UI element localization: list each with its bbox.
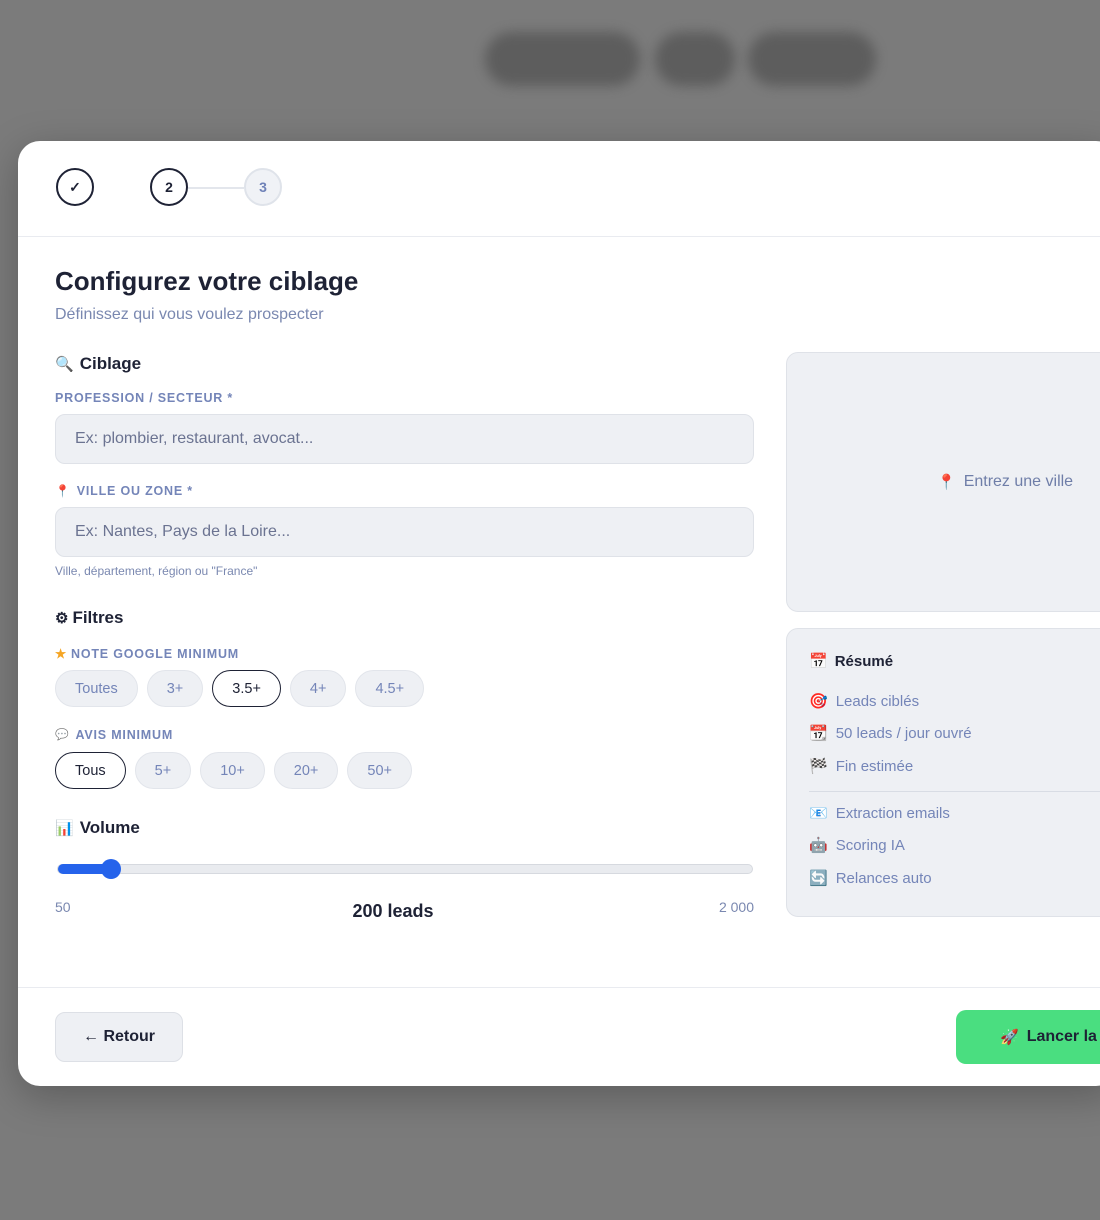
magnifier-icon: 🔍 (55, 355, 74, 373)
feature-label: Relances auto (835, 870, 932, 887)
summary-title: 📅 Résumé (809, 653, 893, 670)
summary-panel: 📅 Résumé 🎯 Leads ciblés 📆 50 leads / jou… (786, 628, 1100, 917)
avis-options: Tous 5+ 10+ 20+ 50+ (55, 752, 413, 789)
note-options: Toutes 3+ 3.5+ 4+ 4.5+ (55, 670, 425, 707)
feature-relances-auto: 🔄 Relances auto (809, 870, 932, 887)
pin-icon: 📍 (937, 473, 956, 491)
bar-chart-icon: 📊 (55, 819, 74, 837)
avis-label: 💬 AVIS MINIMUM (55, 728, 173, 742)
avis-option-10[interactable]: 10+ (200, 752, 265, 789)
gear-icon: ⚙ (55, 609, 69, 627)
avis-option-20[interactable]: 20+ (273, 752, 339, 789)
summary-item-rate: 📆 50 leads / jour ouvré (809, 725, 972, 742)
note-option-3-5[interactable]: 3.5+ (212, 670, 281, 707)
volume-max-label: 2 000 (718, 899, 754, 915)
summary-divider (809, 791, 1100, 792)
summary-title-text: Résumé (834, 653, 894, 670)
background-blurred-pill-2 (655, 32, 735, 86)
map-placeholder: 📍 Entrez une ville (937, 473, 1073, 491)
page-title: Configurez votre ciblage (55, 266, 359, 296)
note-label-text: NOTE GOOGLE MINIMUM (71, 646, 239, 661)
feature-extraction-emails: 📧 Extraction emails (809, 805, 950, 822)
summary-item-end: 🏁 Fin estimée (809, 758, 913, 775)
note-option-4-5[interactable]: 4.5+ (355, 670, 425, 707)
volume-heading: 📊 Volume (55, 818, 140, 838)
filtres-heading: ⚙ Filtres (55, 608, 123, 628)
calendar-icon: 📅 (809, 653, 828, 670)
ville-input[interactable] (55, 507, 754, 557)
refresh-icon: 🔄 (809, 870, 828, 887)
rocket-icon: 🚀 (1000, 1028, 1019, 1046)
calendar-icon: 📆 (809, 725, 828, 742)
ville-hint: Ville, département, région ou "France" (55, 564, 258, 578)
map-preview: 📍 Entrez une ville (786, 352, 1100, 612)
avis-option-tous[interactable]: Tous (55, 752, 126, 789)
volume-slider-thumb[interactable] (101, 859, 122, 879)
background-blurred-pill-3 (748, 32, 876, 86)
back-button[interactable]: ← Retour (55, 1012, 183, 1062)
summary-item-leads: 🎯 Leads ciblés (809, 693, 919, 710)
feature-label: Extraction emails (835, 805, 950, 822)
stepper: ✓ 2 3 (18, 141, 1100, 237)
ciblage-heading: 🔍 Ciblage (55, 354, 141, 374)
step-connector (188, 187, 244, 189)
page-subtitle: Définissez qui vous voulez prospecter (55, 306, 324, 323)
step-1-completed[interactable]: ✓ (56, 168, 94, 206)
note-label: ★ NOTE GOOGLE MINIMUM (55, 646, 239, 662)
targeting-modal: ✓ 2 3 Configurez votre ciblage Définisse… (18, 141, 1100, 1086)
star-icon: ★ (55, 647, 68, 661)
profession-label-text: PROFESSION / SECTEUR * (55, 391, 234, 405)
step-3-upcoming[interactable]: 3 (244, 168, 282, 206)
summary-item-label: Fin estimée (835, 758, 914, 775)
volume-slider[interactable] (57, 859, 753, 879)
summary-item-label: 50 leads / jour ouvré (835, 725, 972, 742)
robot-icon: 🤖 (809, 837, 828, 854)
note-option-toutes[interactable]: Toutes (55, 670, 138, 707)
avis-option-5[interactable]: 5+ (134, 752, 192, 789)
launch-button[interactable]: 🚀 Lancer la (956, 1010, 1100, 1064)
profession-label: PROFESSION / SECTEUR * (55, 391, 233, 405)
checkered-flag-icon: 🏁 (809, 758, 828, 775)
target-icon: 🎯 (809, 693, 828, 710)
ville-label: 📍 VILLE OU ZONE * (55, 484, 193, 498)
feature-label: Scoring IA (835, 837, 905, 854)
volume-value: 200 leads (352, 901, 434, 921)
footer-divider (18, 987, 1100, 988)
note-option-3[interactable]: 3+ (146, 670, 204, 707)
volume-heading-text: Volume (79, 818, 140, 837)
filtres-heading-text: Filtres (72, 608, 124, 627)
ville-label-text: VILLE OU ZONE * (76, 484, 193, 498)
volume-min-label: 50 (55, 899, 71, 915)
speech-bubble-icon: 💬 (55, 728, 70, 741)
background-blurred-pill-1 (485, 32, 640, 86)
avis-option-50[interactable]: 50+ (347, 752, 413, 789)
step-2-current[interactable]: 2 (150, 168, 188, 206)
launch-button-label: Lancer la (1026, 1028, 1097, 1045)
profession-input[interactable] (55, 414, 754, 464)
note-option-4[interactable]: 4+ (289, 670, 347, 707)
map-placeholder-text: Entrez une ville (963, 473, 1074, 490)
email-icon: 📧 (809, 805, 828, 822)
feature-scoring-ia: 🤖 Scoring IA (809, 837, 905, 854)
avis-label-text: AVIS MINIMUM (75, 728, 174, 742)
ciblage-heading-text: Ciblage (79, 354, 142, 373)
pin-icon: 📍 (55, 484, 71, 498)
summary-item-label: Leads ciblés (835, 693, 920, 710)
